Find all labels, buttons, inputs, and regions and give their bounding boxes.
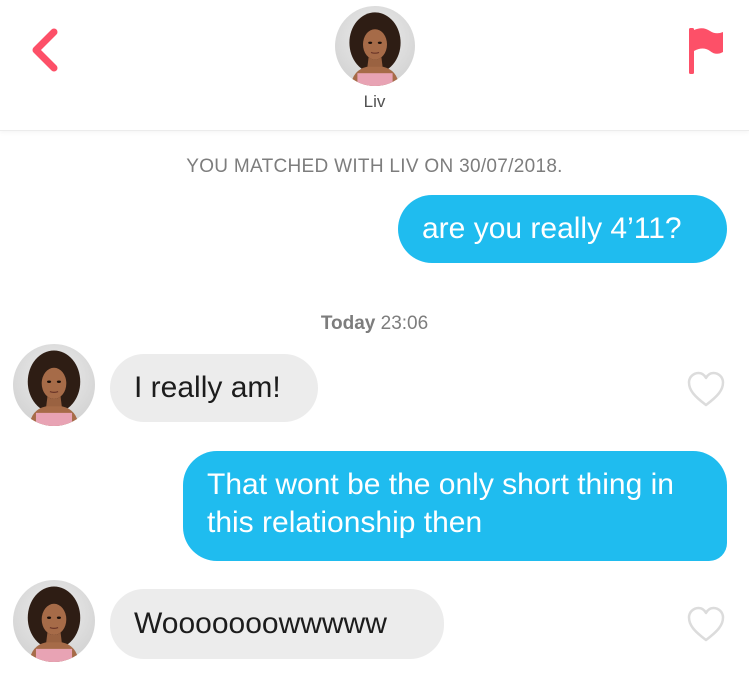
message-text: I really am! bbox=[134, 371, 281, 404]
chat-header: Liv bbox=[0, 0, 749, 131]
message-outgoing[interactable]: That wont be the only short thing in thi… bbox=[183, 451, 727, 561]
sender-avatar[interactable] bbox=[13, 344, 95, 426]
chat-screen: Liv YOU MATCHED WITH LIV ON 30/07/2018. … bbox=[0, 0, 749, 675]
message-text: That wont be the only short thing in thi… bbox=[207, 468, 674, 539]
flag-icon bbox=[689, 28, 723, 74]
message-text: Wooooooowwwww bbox=[134, 607, 387, 640]
sender-avatar[interactable] bbox=[13, 580, 95, 662]
timestamp: Today 23:06 bbox=[0, 313, 749, 335]
avatar-image bbox=[13, 344, 95, 426]
match-name: Liv bbox=[363, 92, 386, 111]
avatar-image bbox=[13, 580, 95, 662]
match-avatar[interactable] bbox=[335, 6, 415, 86]
heart-icon bbox=[686, 605, 726, 643]
message-incoming[interactable]: Wooooooowwwww bbox=[110, 589, 444, 659]
avatar-image bbox=[335, 6, 415, 86]
heart-icon bbox=[686, 370, 726, 408]
back-button[interactable] bbox=[22, 22, 70, 78]
message-outgoing[interactable]: are you really 4’11? bbox=[398, 195, 727, 263]
like-button[interactable] bbox=[686, 370, 726, 408]
timestamp-time: 23:06 bbox=[380, 313, 429, 334]
message-text: are you really 4’11? bbox=[422, 212, 682, 245]
match-notice: YOU MATCHED WITH LIV ON 30/07/2018. bbox=[186, 156, 563, 177]
timestamp-day: Today bbox=[320, 313, 376, 334]
message-incoming[interactable]: I really am! bbox=[110, 354, 318, 422]
report-button[interactable] bbox=[679, 22, 727, 78]
like-button[interactable] bbox=[686, 605, 726, 643]
chevron-left-icon bbox=[32, 28, 58, 72]
